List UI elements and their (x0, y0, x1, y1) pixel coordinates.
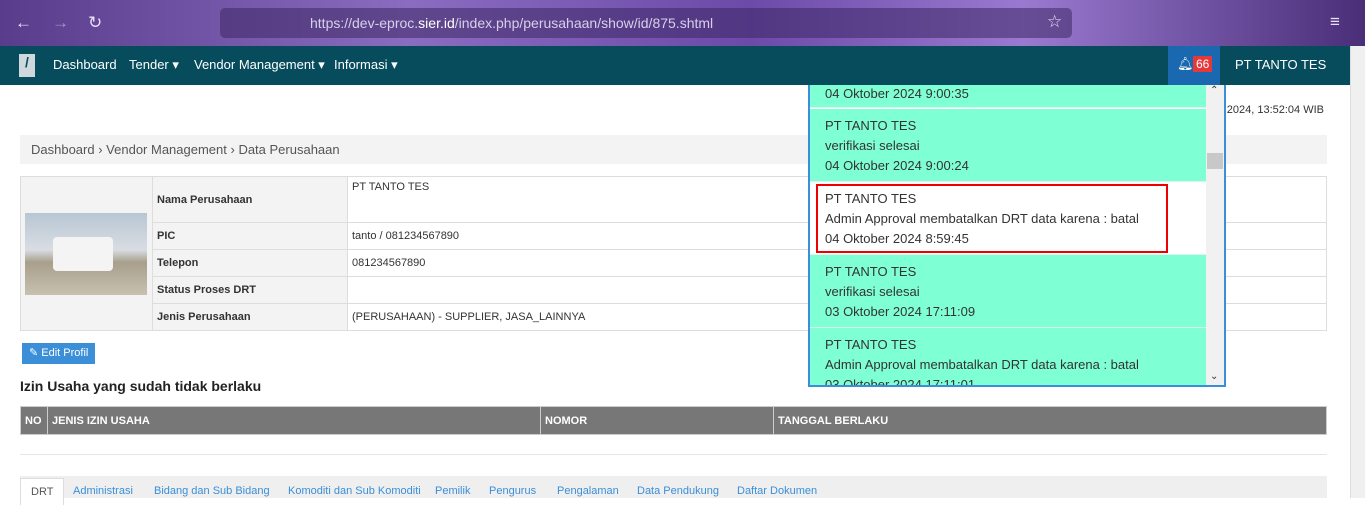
reload-icon[interactable]: ↻ (88, 13, 102, 33)
tab-pemilik[interactable]: Pemilik (435, 485, 470, 497)
url-bar[interactable]: https://dev-eproc.sier.id/index.php/peru… (220, 8, 1072, 38)
notification-badge: 66 (1193, 56, 1213, 72)
tab-pengalaman[interactable]: Pengalaman (557, 485, 619, 497)
edit-icon: ✎ (29, 347, 39, 359)
scroll-up-icon[interactable]: ⌃ (1210, 85, 1218, 96)
tab-bar: DRT Administrasi Bidang dan Sub Bidang K… (20, 476, 1327, 505)
nav-informasi[interactable]: Informasi ▾ (334, 57, 398, 73)
scroll-down-icon[interactable]: ⌄ (1210, 371, 1218, 382)
notification-item[interactable]: PT TANTO TES Admin Approval membatalkan D… (810, 328, 1206, 385)
izin-title: Izin Usaha yang sudah tidak berlaku (20, 378, 262, 394)
breadcrumb-current: Data Perusahaan (238, 142, 340, 157)
bookmark-star-icon[interactable]: ☆ (1047, 12, 1062, 32)
notification-item[interactable]: PT TANTO TES verifikasi selesai 04 Oktober… (810, 109, 1206, 182)
izin-table: NO JENIS IZIN USAHA NOMOR TANGGAL BERLAK… (20, 406, 1327, 435)
notification-item[interactable]: 04 Oktober 2024 9:00:35 (810, 85, 1206, 108)
tab-administrasi[interactable]: Administrasi (73, 485, 133, 497)
tab-data-pendukung[interactable]: Data Pendukung (637, 485, 719, 497)
tab-drt[interactable]: DRT (20, 478, 65, 505)
logo[interactable]: / (19, 54, 35, 77)
nav-tender[interactable]: Tender ▾ (129, 57, 179, 73)
notification-item[interactable]: PT TANTO TES verifikasi selesai 03 Oktober… (810, 255, 1206, 328)
dropdown-scrollbar[interactable]: ⌃ ⌄ (1206, 85, 1224, 385)
company-photo (20, 176, 153, 331)
back-icon[interactable]: ← (15, 13, 32, 33)
user-menu[interactable]: PT TANTO TES (1235, 57, 1326, 72)
page-scrollbar[interactable] (1350, 46, 1365, 498)
tab-komoditi[interactable]: Komoditi dan Sub Komoditi (288, 485, 421, 497)
menu-icon[interactable]: ≡ (1330, 12, 1340, 32)
breadcrumb-dashboard[interactable]: Dashboard (31, 142, 95, 157)
navbar: / Dashboard Tender ▾ Vendor Management ▾… (0, 46, 1350, 85)
tab-daftar-dokumen[interactable]: Daftar Dokumen (737, 485, 817, 497)
scroll-thumb[interactable] (1207, 153, 1223, 169)
notification-dropdown: 04 Oktober 2024 9:00:35 PT TANTO TES veri… (808, 85, 1226, 387)
breadcrumb-vendor-management[interactable]: Vendor Management (106, 142, 227, 157)
edit-profil-button[interactable]: ✎ Edit Profil (22, 343, 96, 364)
browser-toolbar: ← → ↻ https://dev-eproc.sier.id/index.ph… (0, 0, 1365, 46)
highlight-box (816, 184, 1168, 253)
bell-icon: 🔔︎ (1177, 56, 1194, 71)
divider (20, 454, 1327, 455)
nav-dashboard[interactable]: Dashboard (53, 57, 117, 72)
forward-icon[interactable]: → (52, 13, 69, 33)
tab-pengurus[interactable]: Pengurus (489, 485, 536, 497)
tab-bidang[interactable]: Bidang dan Sub Bidang (154, 485, 270, 497)
nav-vendor-management[interactable]: Vendor Management ▾ (194, 57, 325, 73)
datetime: r 2024, 13:52:04 WIB (1220, 104, 1324, 116)
